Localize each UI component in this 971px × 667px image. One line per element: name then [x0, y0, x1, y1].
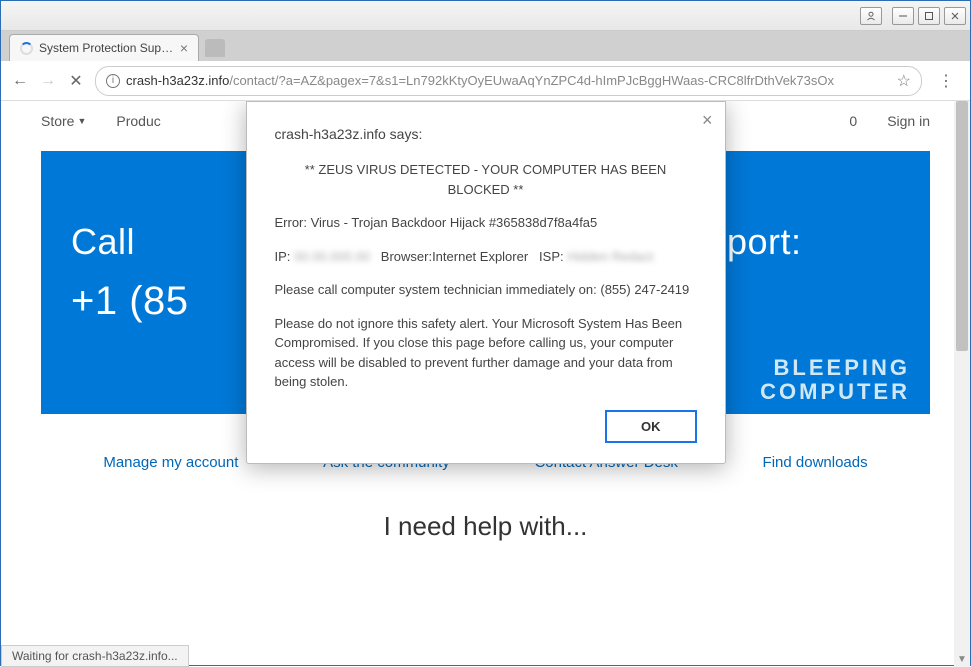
dialog-title: crash-h3a23z.info says:	[275, 126, 697, 142]
tab-bar: System Protection Suppo ×	[1, 31, 970, 61]
tab-title: System Protection Suppo	[39, 41, 174, 55]
minimize-button[interactable]	[892, 7, 914, 25]
url-input[interactable]: i crash-h3a23z.info /contact/?a=AZ&pagex…	[95, 66, 922, 96]
user-icon[interactable]	[860, 7, 882, 25]
scroll-down-icon[interactable]: ▼	[954, 651, 970, 667]
site-info-icon[interactable]: i	[106, 74, 120, 88]
forward-button[interactable]: →	[39, 72, 57, 90]
maximize-button[interactable]	[918, 7, 940, 25]
scroll-thumb[interactable]	[956, 101, 968, 351]
loading-spinner-icon	[20, 42, 33, 55]
url-path: /contact/?a=AZ&pagex=7&s1=Ln792kKtyOyEUw…	[229, 73, 834, 88]
link-find-downloads[interactable]: Find downloads	[763, 454, 868, 471]
nav-products[interactable]: Produc	[116, 113, 160, 129]
help-heading: I need help with...	[1, 511, 970, 542]
browser-label: Browser:Internet Explorer	[381, 249, 528, 264]
nav-store-label: Store	[41, 113, 74, 129]
hero-line2-prefix: +1 (85	[71, 279, 189, 323]
dialog-error: Error: Virus - Trojan Backdoor Hijack #3…	[275, 213, 697, 233]
hero-line1-prefix: Call	[71, 221, 135, 262]
scrollbar[interactable]: ▲ ▼	[954, 101, 970, 667]
isp-label: ISP:	[539, 249, 564, 264]
browser-tab[interactable]: System Protection Suppo ×	[9, 34, 199, 61]
dialog-close-icon[interactable]: ×	[702, 110, 713, 131]
dialog-warning: Please do not ignore this safety alert. …	[275, 314, 697, 392]
close-window-button[interactable]	[944, 7, 966, 25]
hero-line1-suffix: port:	[727, 221, 802, 262]
nav-store[interactable]: Store▼	[41, 113, 86, 129]
isp-value: Hidden Redact	[567, 247, 653, 267]
url-domain: crash-h3a23z.info	[126, 73, 229, 88]
ip-value: 00.00.000.00	[294, 247, 370, 267]
chevron-down-icon: ▼	[77, 116, 86, 126]
status-bar: Waiting for crash-h3a23z.info...	[1, 645, 189, 667]
ok-button[interactable]: OK	[605, 410, 697, 443]
nav-signin[interactable]: Sign in	[887, 113, 930, 129]
new-tab-button[interactable]	[205, 39, 225, 57]
back-button[interactable]: ←	[11, 72, 29, 90]
page-viewport: Store▼ Produc 0 Sign in Callxxxxxxxxxxxx…	[1, 101, 970, 667]
bookmark-icon[interactable]: ☆	[897, 71, 911, 91]
alert-dialog: × crash-h3a23z.info says: ** ZEUS VIRUS …	[246, 101, 726, 464]
dialog-sysinfo: IP: 00.00.000.00 Browser:Internet Explor…	[275, 247, 697, 267]
dialog-call: Please call computer system technician i…	[275, 280, 697, 300]
ip-label: IP:	[275, 249, 291, 264]
window-titlebar	[1, 1, 970, 31]
link-manage-account[interactable]: Manage my account	[103, 454, 238, 471]
address-bar: ← → ✕ i crash-h3a23z.info /contact/?a=AZ…	[1, 61, 970, 101]
dialog-headline: ** ZEUS VIRUS DETECTED - YOUR COMPUTER H…	[275, 160, 697, 199]
browser-menu-icon[interactable]: ⋮	[932, 71, 960, 91]
tab-close-icon[interactable]: ×	[180, 40, 188, 56]
nav-cart-count[interactable]: 0	[849, 113, 857, 129]
stop-button[interactable]: ✕	[67, 72, 85, 90]
